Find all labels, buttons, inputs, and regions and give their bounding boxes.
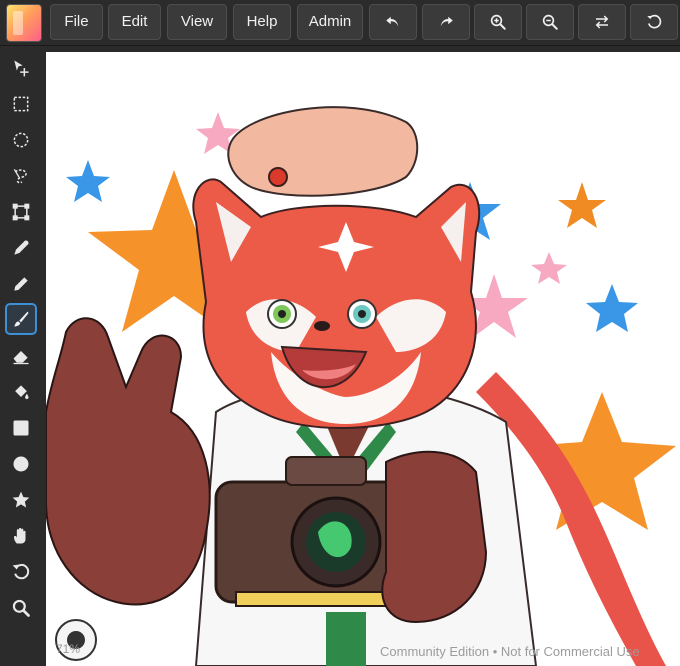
- ellipse-shape-icon: [13, 456, 29, 472]
- transform-tool[interactable]: [5, 196, 37, 228]
- rect-select-tool[interactable]: [5, 88, 37, 120]
- fill-icon: [15, 385, 29, 400]
- admin-menu-button[interactable]: Admin: [297, 4, 363, 40]
- eraser-icon: [13, 351, 29, 365]
- star-shape-icon: [12, 491, 30, 508]
- edit-menu-button[interactable]: Edit: [108, 4, 161, 40]
- magnifier-tool[interactable]: [5, 592, 37, 624]
- zoom-in-icon: [490, 14, 506, 30]
- top-toolbar: File Edit View Help Admin: [0, 0, 680, 46]
- edition-notice: Community Edition • Not for Commercial U…: [380, 644, 640, 659]
- hand-tool[interactable]: [5, 520, 37, 552]
- ellipse-select-icon: [13, 132, 29, 148]
- right-pupil: [358, 310, 366, 318]
- magnifier-icon: [12, 599, 30, 617]
- left-hand: [46, 317, 211, 606]
- flip-button[interactable]: [578, 4, 626, 40]
- pink-star-small: [531, 252, 567, 284]
- rectangle-shape-tool[interactable]: [5, 412, 37, 444]
- drawing-canvas[interactable]: [46, 52, 680, 666]
- orange-star-small: [558, 182, 606, 228]
- artwork-illustration: [46, 106, 676, 666]
- lasso-icon: [13, 168, 27, 184]
- redo-button[interactable]: [422, 4, 470, 40]
- tool-rail: [0, 46, 44, 666]
- pen-tool[interactable]: [5, 268, 37, 300]
- star-shape-tool[interactable]: [5, 484, 37, 516]
- blue-star-right: [586, 284, 638, 332]
- rect-select-icon: [13, 96, 29, 112]
- cap-badge: [268, 167, 288, 187]
- file-menu-button[interactable]: File: [50, 4, 103, 40]
- ellipse-select-tool[interactable]: [5, 124, 37, 156]
- transform-icon: [12, 203, 30, 221]
- blue-star-left: [66, 160, 110, 202]
- eyedropper-icon: [14, 240, 29, 255]
- redo-icon: [440, 16, 453, 27]
- lasso-tool[interactable]: [5, 160, 37, 192]
- zoom-in-button[interactable]: [474, 4, 522, 40]
- help-menu-button[interactable]: Help: [233, 4, 291, 40]
- left-pupil: [278, 310, 286, 318]
- rotate-icon: [12, 563, 30, 580]
- beige-cap: [227, 106, 419, 197]
- app-logo-icon[interactable]: [6, 4, 42, 42]
- view-menu-button[interactable]: View: [167, 4, 227, 40]
- hand-icon: [14, 527, 26, 544]
- undo-button[interactable]: [369, 4, 417, 40]
- brush-icon: [14, 311, 29, 327]
- move-icon: [14, 60, 29, 77]
- move-tool[interactable]: [5, 52, 37, 84]
- flip-icon: [595, 15, 609, 29]
- brush-tool[interactable]: [5, 303, 37, 335]
- eraser-tool[interactable]: [5, 340, 37, 372]
- zoom-indicator: 71%: [56, 642, 81, 656]
- eyedropper-tool[interactable]: [5, 232, 37, 264]
- right-hand: [381, 450, 488, 624]
- pen-icon: [14, 277, 28, 291]
- camera-top: [285, 456, 367, 486]
- rectangle-shape-icon: [13, 420, 29, 436]
- ellipse-shape-tool[interactable]: [5, 448, 37, 480]
- zoom-out-icon: [542, 14, 558, 30]
- green-tie-lower: [326, 612, 366, 666]
- rotate-tool[interactable]: [5, 556, 37, 588]
- reset-button[interactable]: [630, 4, 678, 40]
- nose: [314, 321, 330, 331]
- undo-icon: [386, 16, 399, 27]
- reset-icon: [647, 14, 662, 29]
- fill-tool[interactable]: [5, 376, 37, 408]
- zoom-out-button[interactable]: [526, 4, 574, 40]
